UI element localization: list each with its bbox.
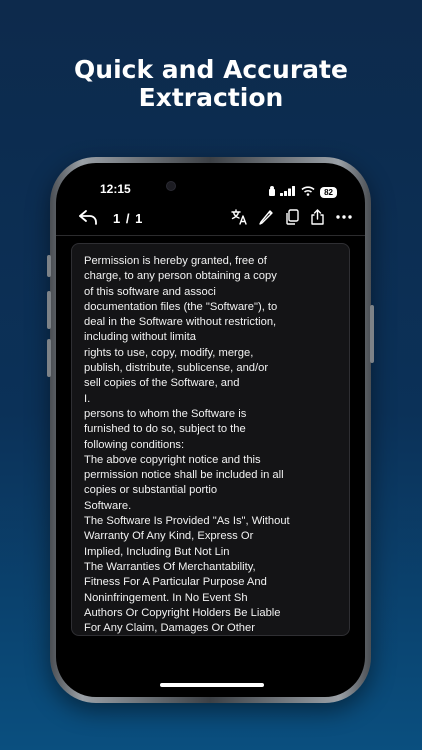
more-icon[interactable] — [335, 209, 353, 225]
volume-down-button — [47, 339, 51, 377]
text-line: deal in the Software without restriction… — [84, 316, 277, 329]
text-line: The above copyright notice and this — [84, 453, 261, 466]
translate-icon[interactable] — [231, 209, 248, 225]
signal-icon — [280, 183, 296, 201]
text-line: The Warranties Of Merchantability, — [84, 560, 256, 573]
text-line: Permission is hereby granted, free of — [84, 255, 267, 267]
headline-line-1: Quick and Accurate — [74, 55, 348, 84]
power-button — [370, 305, 374, 363]
headline-line-2: Extraction — [138, 83, 284, 112]
wifi-icon — [301, 183, 315, 201]
text-line: The Software Is Provided "As Is", Withou… — [84, 515, 290, 528]
text-line: charge, to any person obtaining a copy — [84, 270, 277, 283]
toolbar-actions — [231, 209, 353, 225]
camera-icon — [166, 181, 176, 191]
phone-frame: 12:15 82 1 / 1 Permission is hereby gran… — [47, 157, 374, 703]
text-line: following conditions: — [84, 438, 185, 451]
extracted-text-panel[interactable]: Permission is hereby granted, free of ch… — [71, 243, 350, 636]
text-line: rights to use, copy, modify, merge, — [84, 346, 254, 359]
text-line: Authors Or Copyright Holders Be Liable — [84, 606, 281, 619]
text-line: publish, distribute, sublicense, and/or — [84, 362, 269, 375]
text-line: copies or substantial portio — [84, 484, 218, 497]
home-indicator[interactable] — [160, 683, 264, 687]
text-line: persons to whom the Software is — [84, 407, 247, 420]
page-indicator: 1 / 1 — [113, 211, 144, 226]
toolbar-divider — [56, 235, 365, 236]
undo-arrow-icon[interactable] — [78, 209, 98, 230]
volume-up-button — [47, 291, 51, 329]
text-line: Fitness For A Particular Purpose And — [84, 576, 267, 589]
text-line: sell copies of the Software, and — [84, 377, 240, 390]
promo-headline: Quick and Accurate Extraction — [0, 56, 422, 112]
toolbar: 1 / 1 — [56, 203, 365, 233]
text-line: Noninfringement. In No Event Sh — [84, 591, 248, 604]
text-line: documentation files (the "Software"), to — [84, 300, 278, 313]
text-line: For Any Claim, Damages Or Other — [84, 622, 255, 635]
battery-icon: 82 — [320, 186, 337, 198]
pen-icon[interactable] — [258, 209, 275, 225]
text-line: including without limita — [84, 331, 196, 344]
share-icon[interactable] — [310, 209, 325, 225]
text-line: Implied, Including But Not Lin — [84, 545, 230, 558]
text-line: permission notice shall be included in a… — [84, 469, 284, 482]
copy-icon[interactable] — [285, 209, 300, 225]
text-line: furnished to do so, subject to the — [84, 423, 246, 436]
phone-screen: 12:15 82 1 / 1 Permission is hereby gran… — [56, 163, 365, 697]
status-time: 12:15 — [100, 182, 131, 196]
action-button — [47, 255, 51, 277]
text-line: Software. — [84, 499, 132, 512]
text-line: Warranty Of Any Kind, Express Or — [84, 530, 254, 543]
status-icons: 82 — [269, 183, 337, 201]
text-line: of this software and associ — [84, 285, 216, 298]
notification-icon — [269, 183, 276, 201]
text-line: I. — [84, 392, 91, 405]
